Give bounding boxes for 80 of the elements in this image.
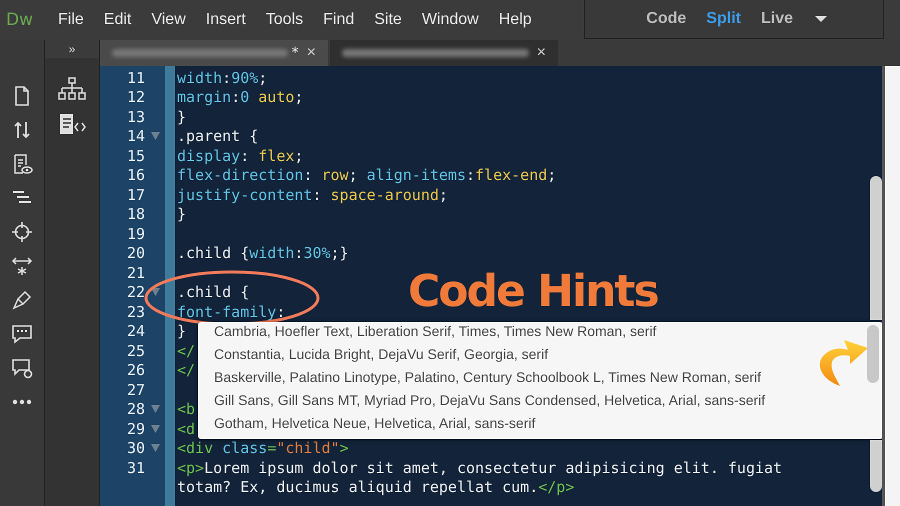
hint-item[interactable]: Gotham, Helvetica Neue, Helvetica, Arial, sans-serif — [198, 415, 882, 438]
menu-item[interactable]: Find — [313, 0, 364, 40]
line-number: 25 — [126, 342, 145, 360]
code-line: } — [177, 205, 186, 224]
line-number: 18 — [126, 205, 145, 224]
view-tab[interactable]: Live — [754, 10, 800, 28]
menu-item[interactable]: Help — [488, 0, 542, 40]
menu-item[interactable]: Window — [412, 0, 489, 40]
document-tab[interactable]: * × — [100, 40, 328, 66]
scrollbar[interactable] — [867, 325, 879, 383]
crosshair-icon[interactable] — [10, 220, 34, 244]
menu-item[interactable]: Insert — [196, 0, 256, 40]
line-number: 17 — [126, 186, 145, 204]
hint-item[interactable]: Constantia, Lucida Bright, DejaVu Serif, Georgia, serif — [198, 346, 882, 369]
menu-item[interactable]: File — [48, 0, 94, 40]
code-line: flex-direction: row; align-items:flex-end; — [177, 166, 556, 184]
code-line: </ — [177, 342, 196, 360]
code-line: .parent { — [177, 127, 258, 146]
code-line: } — [177, 108, 186, 126]
code-line: display: flex; — [177, 146, 304, 165]
line-number: 28 — [126, 400, 145, 418]
app-logo: Dw — [6, 10, 34, 30]
menu-item[interactable]: View — [141, 0, 196, 40]
menu-item[interactable]: Site — [364, 0, 412, 40]
line-number: 26 — [126, 361, 145, 380]
fold-icon[interactable] — [150, 288, 160, 296]
line-number: 16 — [126, 166, 145, 184]
line-number: 21 — [126, 264, 145, 282]
code-line: .child {width:30%;} — [177, 244, 349, 262]
code-line: font-family: — [177, 302, 286, 321]
line-number: 19 — [126, 224, 145, 243]
brush-icon[interactable] — [10, 288, 34, 312]
code-line: </ — [177, 361, 196, 380]
line-number: 22 — [126, 283, 145, 302]
code-line: <d — [177, 420, 196, 438]
close-button[interactable]: × — [302, 44, 320, 62]
code-line: width:90%; — [177, 68, 268, 87]
line-number: 13 — [126, 108, 145, 126]
code-line: <p>Lorem ipsum dolor sit amet, consectetur adipisicing elit. fugiat — [177, 458, 782, 477]
line-number: 12 — [126, 88, 145, 106]
code-line: justify-content: space-around; — [177, 186, 448, 204]
annotation-title: Code Hints — [408, 266, 658, 317]
hint-item[interactable]: Cambria, Hoefler Text, Liberation Serif, Times, Times New Roman, serif — [198, 323, 882, 346]
view-tab[interactable]: Split — [699, 10, 748, 28]
line-number: 29 — [126, 420, 145, 438]
menu-item[interactable]: Edit — [94, 0, 142, 40]
code-line: .child { — [177, 283, 250, 302]
document-tab[interactable]: × — [330, 40, 558, 66]
code-line: margin:0 auto; — [177, 88, 304, 106]
caret-icon[interactable] — [814, 15, 828, 23]
fold-icon[interactable] — [150, 424, 160, 433]
line-number: 30 — [126, 439, 145, 458]
view-tab[interactable]: Code — [639, 10, 694, 28]
modified-marker: * — [292, 45, 299, 61]
close-button[interactable]: × — [532, 44, 550, 62]
line-number: 27 — [126, 380, 145, 399]
fold-icon[interactable] — [150, 444, 160, 452]
line-number: 24 — [126, 322, 145, 340]
line-number: 23 — [126, 302, 145, 321]
scrollbar-end[interactable] — [870, 440, 882, 492]
code-line: <b — [177, 400, 196, 418]
collapse-button[interactable]: » — [45, 40, 99, 58]
line-number: 11 — [126, 68, 145, 87]
comment-icon[interactable] — [10, 322, 34, 346]
comment-settings-icon[interactable] — [10, 356, 34, 380]
hint-item[interactable]: Baskerville, Palatino Linotype, Palatino, Century Schoolbook L, Times New Roman, serif — [198, 369, 882, 392]
code-line: } — [177, 322, 186, 340]
menu-item[interactable]: Tools — [256, 0, 314, 40]
line-number: 14 — [126, 127, 145, 146]
line-number: 15 — [126, 146, 145, 165]
line-number: 20 — [126, 244, 145, 262]
scrollbar[interactable] — [870, 176, 882, 320]
hint-item[interactable]: Gill Sans, Gill Sans MT, Myriad Pro, DejaVu Sans Condensed, Helvetica, Arial, sans-serif — [198, 392, 882, 415]
code-editor[interactable] — [100, 66, 882, 506]
fold-icon[interactable] — [150, 132, 160, 140]
code-line: <div class="child"> — [177, 439, 349, 458]
code-line: totam? Ex, ducimus aliquid repellat cum.</p> — [177, 478, 574, 496]
line-number: 31 — [126, 458, 145, 477]
fold-icon[interactable] — [150, 405, 160, 414]
site-tree-icon[interactable] — [57, 76, 87, 102]
